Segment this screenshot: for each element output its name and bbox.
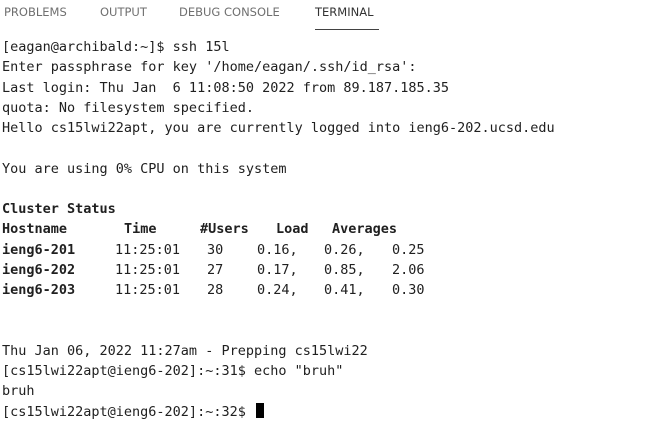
header-time: Time xyxy=(124,221,157,238)
panel-tab-bar: PROBLEMS OUTPUT DEBUG CONSOLE TERMINAL xyxy=(0,0,654,30)
cluster-status-row: ieng6-203 11:25:01 28 0.24, 0.41, 0.30 xyxy=(2,280,652,300)
terminal-line: quota: No filesystem specified. xyxy=(2,99,254,116)
load-1-cell: 0.24, xyxy=(257,282,298,298)
load-15-cell: 0.25 xyxy=(392,241,425,258)
tab-problems[interactable]: PROBLEMS xyxy=(4,4,67,30)
header-load: Load xyxy=(276,221,309,238)
terminal-output[interactable]: [eagan@archibald:~]$ ssh 15l Enter passp… xyxy=(2,37,652,428)
load-5-cell: 0.41, xyxy=(324,282,365,298)
time-cell: 11:25:01 xyxy=(115,261,181,278)
terminal-line: [eagan@archibald:~]$ ssh 15l xyxy=(2,39,230,55)
terminal-prompt: [cs15lwi22apt@ieng6-202]:~:32$ xyxy=(2,403,254,420)
terminal-line: Enter passphrase for key '/home/eagan/.s… xyxy=(2,59,417,76)
cluster-status-header: Hostname Time #Users Load Averages xyxy=(2,219,652,239)
tab-terminal[interactable]: TERMINAL xyxy=(315,4,379,30)
terminal-line: [cs15lwi22apt@ieng6-202]:~:31$ echo "bru… xyxy=(2,363,344,379)
users-cell: 30 xyxy=(207,241,224,258)
load-5-cell: 0.85, xyxy=(324,261,365,278)
users-cell: 27 xyxy=(207,261,224,278)
hostname-cell: ieng6-201 xyxy=(2,241,76,258)
tab-debug-console[interactable]: DEBUG CONSOLE xyxy=(179,4,280,30)
cluster-status-row: ieng6-201 11:25:01 30 0.16, 0.26, 0.25 xyxy=(2,240,652,260)
terminal-cursor xyxy=(255,402,264,418)
terminal-line: bruh xyxy=(2,383,35,400)
terminal-line: Thu Jan 06, 2022 11:27am - Prepping cs15… xyxy=(2,342,368,359)
users-cell: 28 xyxy=(207,282,224,298)
terminal-prompt-line[interactable]: [cs15lwi22apt@ieng6-202]:~:32$ xyxy=(2,402,652,422)
cluster-status-row: ieng6-202 11:25:01 27 0.17, 0.85, 2.06 xyxy=(2,260,652,280)
header-users: #Users xyxy=(200,221,249,238)
header-hostname: Hostname xyxy=(2,221,68,238)
terminal-line: Last login: Thu Jan 6 11:08:50 2022 from… xyxy=(2,79,450,96)
hostname-cell: ieng6-202 xyxy=(2,261,76,278)
load-1-cell: 0.17, xyxy=(257,261,298,278)
hostname-cell: ieng6-203 xyxy=(2,282,76,298)
load-5-cell: 0.26, xyxy=(324,241,365,258)
load-15-cell: 0.30 xyxy=(392,282,425,298)
header-averages: Averages xyxy=(332,221,398,238)
tab-output[interactable]: OUTPUT xyxy=(100,4,147,30)
cluster-status-title: Cluster Status xyxy=(2,201,116,217)
time-cell: 11:25:01 xyxy=(115,241,181,258)
terminal-line: You are using 0% CPU on this system xyxy=(2,160,287,177)
terminal-line: Hello cs15lwi22apt, you are currently lo… xyxy=(2,120,555,136)
load-15-cell: 2.06 xyxy=(392,261,425,278)
time-cell: 11:25:01 xyxy=(115,282,181,298)
load-1-cell: 0.16, xyxy=(257,241,298,258)
